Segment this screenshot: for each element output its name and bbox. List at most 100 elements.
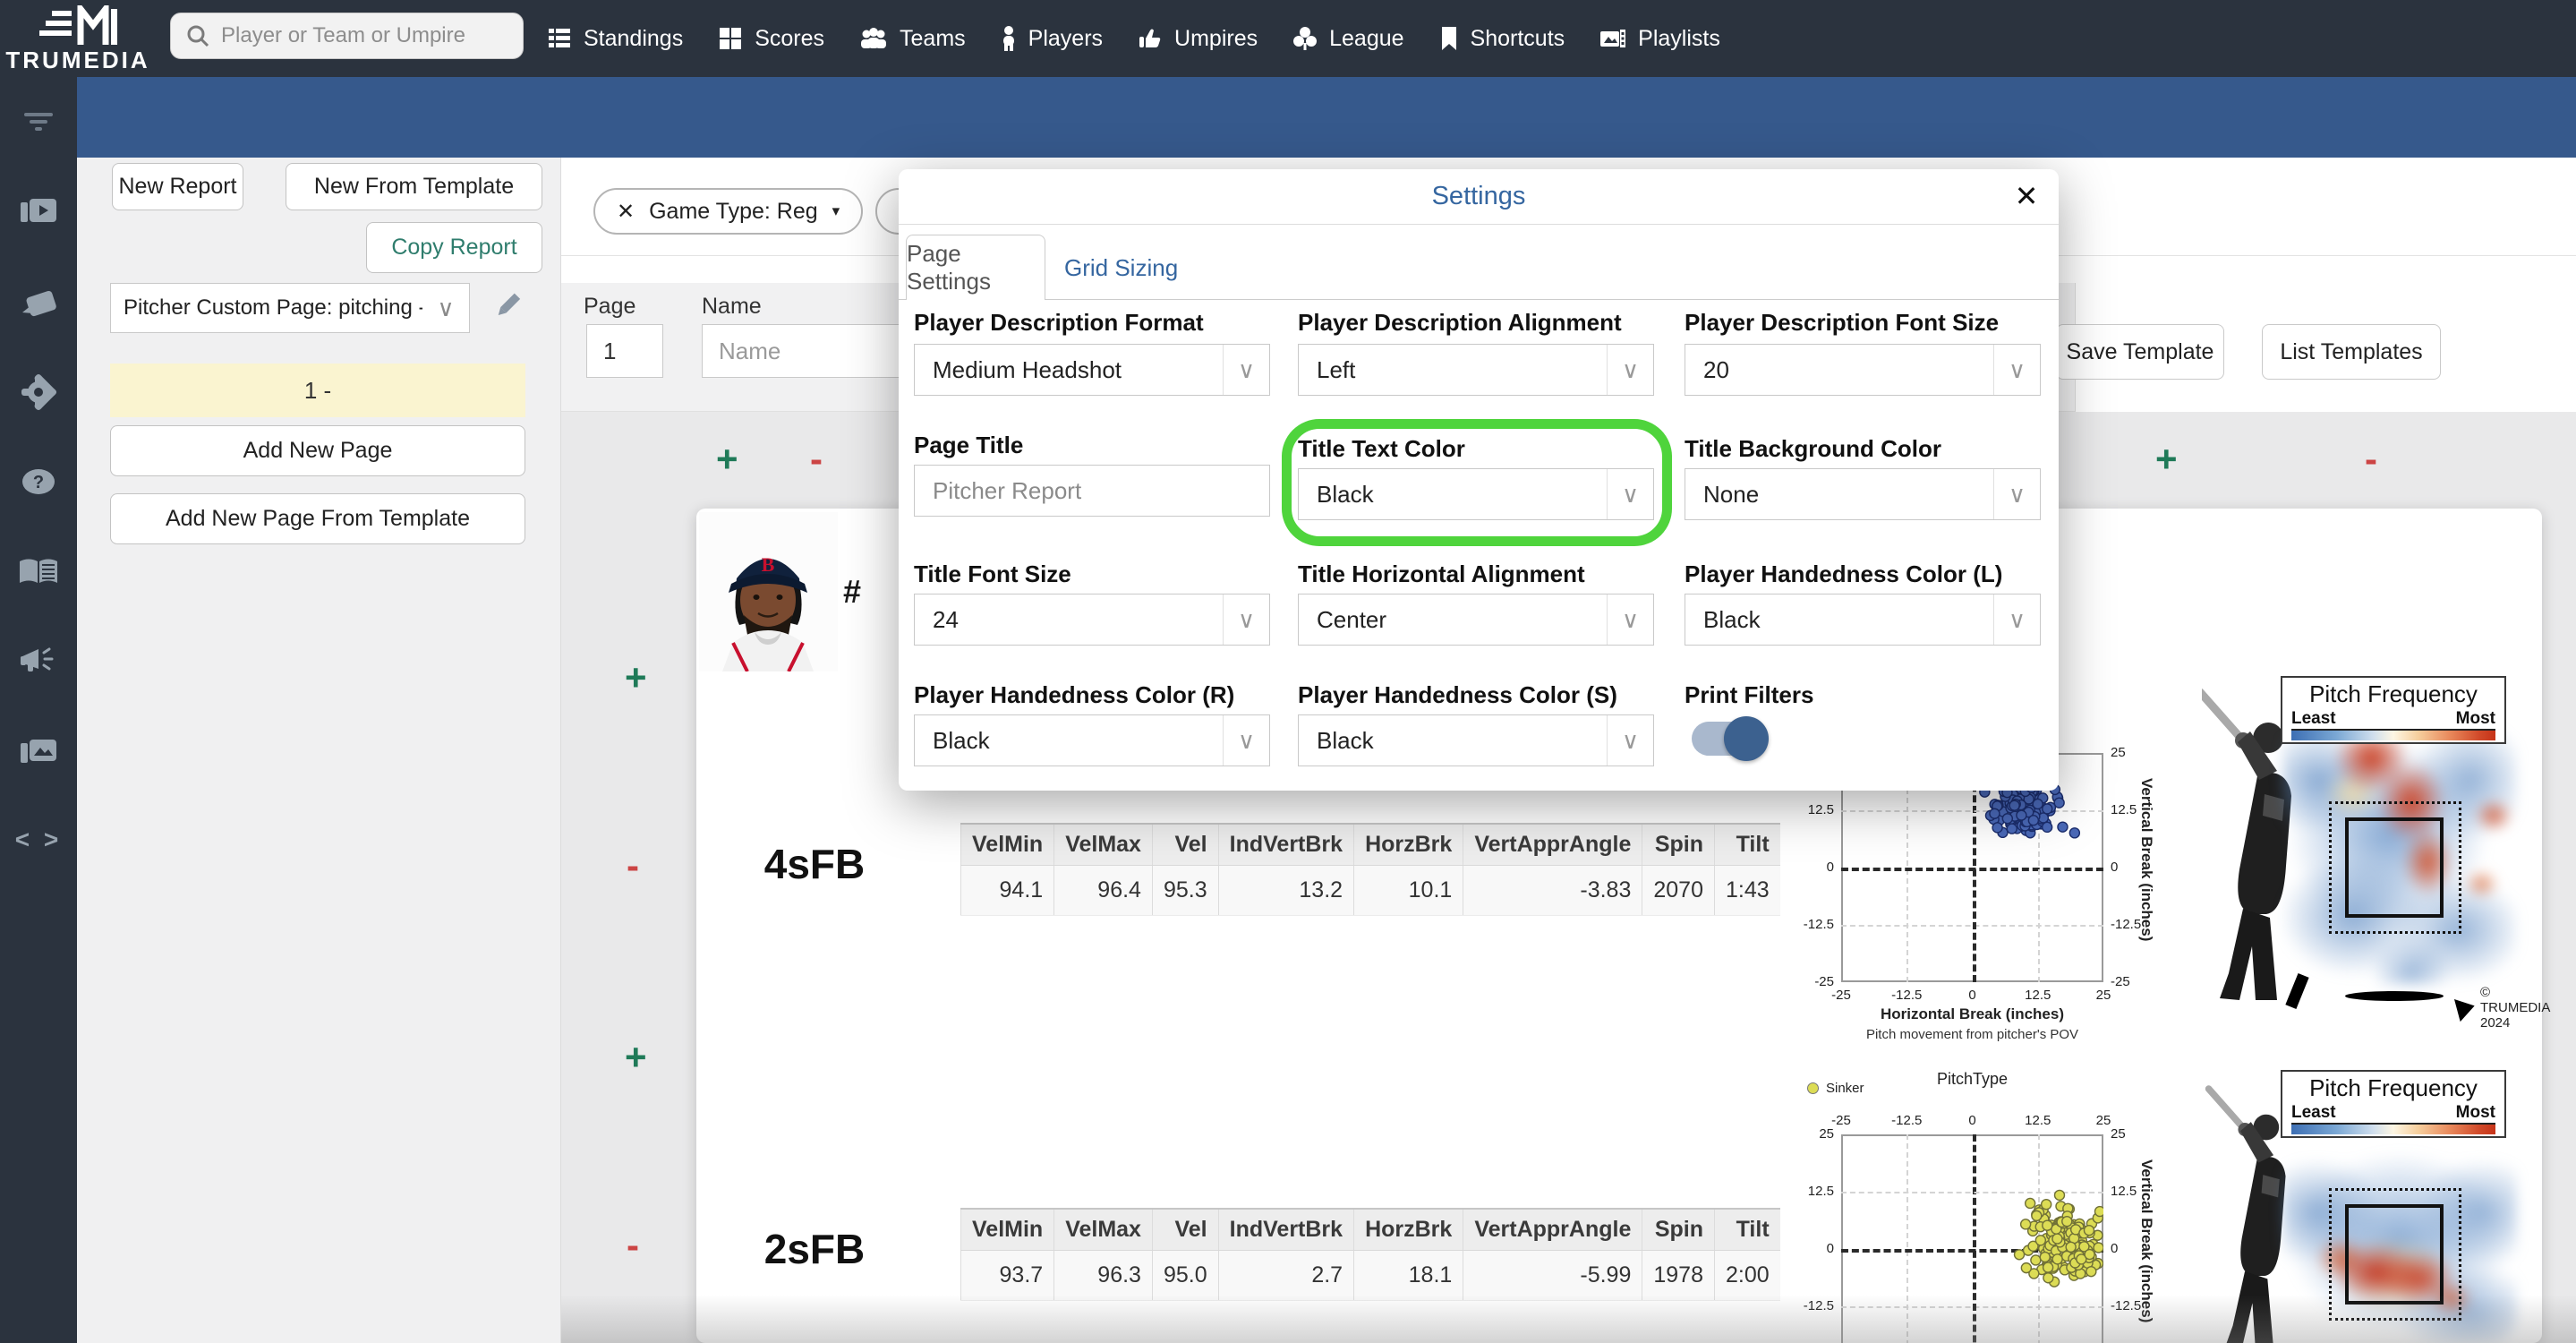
player-handedness-color-r-select[interactable]: Black ∨ <box>914 714 1270 766</box>
report-page-select[interactable]: Pitcher Custom Page: pitching -... ∨ <box>110 283 470 333</box>
home-plate <box>2345 991 2444 1001</box>
table-cell: 1:43 <box>1713 865 1780 916</box>
table-header-cell: Spin <box>1642 823 1715 866</box>
new-report-button[interactable]: New Report <box>112 163 243 210</box>
chip-remove-icon[interactable]: ✕ <box>617 199 635 225</box>
add-column-button[interactable]: + <box>2155 441 2178 478</box>
new-from-template-button[interactable]: New From Template <box>286 163 542 210</box>
remove-column-button[interactable]: - <box>810 441 823 478</box>
code-icon[interactable]: < > <box>0 813 77 867</box>
copy-report-button[interactable]: Copy Report <box>366 222 542 273</box>
table-cell: 18.1 <box>1353 1250 1463 1301</box>
chevron-down-icon: ∨ <box>1607 715 1653 766</box>
add-row-button[interactable]: + <box>625 1039 647 1076</box>
title-font-size-select[interactable]: 24 ∨ <box>914 594 1270 646</box>
svg-text:?: ? <box>33 473 44 492</box>
chevron-down-icon: ∨ <box>437 294 455 321</box>
title-horizontal-alignment-select[interactable]: Center ∨ <box>1298 594 1654 646</box>
title-text-color-select[interactable]: Black ∨ <box>1298 468 1654 520</box>
image-stack-icon[interactable] <box>0 723 77 777</box>
table-header-cell: VertApprAngle <box>1463 1208 1642 1251</box>
table-header-cell: Vel <box>1151 823 1219 866</box>
watermark-triangle <box>2453 994 2478 1022</box>
left-icon-sidebar: ? < > <box>0 77 77 1343</box>
nav-item-teams[interactable]: Teams <box>858 25 966 52</box>
help-icon[interactable]: ? <box>0 455 77 509</box>
remove-row-button[interactable]: - <box>627 1227 639 1264</box>
chevron-down-icon: ∨ <box>1607 345 1653 395</box>
search-icon <box>187 25 209 47</box>
remove-row-button[interactable]: - <box>627 847 639 885</box>
edit-pencil-icon[interactable] <box>490 288 525 322</box>
close-icon[interactable]: ✕ <box>2007 176 2046 216</box>
chevron-down-icon: ∨ <box>1993 469 2040 519</box>
table-cell: 13.2 <box>1217 865 1354 916</box>
tab-grid-sizing[interactable]: Grid Sizing <box>1064 254 1178 282</box>
field-label: Title Horizontal Alignment <box>1298 560 1585 587</box>
table-cell: 94.1 <box>960 865 1054 916</box>
add-row-button[interactable]: + <box>625 659 647 697</box>
heatmap-gradient-bar <box>2291 729 2495 740</box>
table-cell: 96.4 <box>1053 865 1153 916</box>
pitch-stats-table: VelMin VelMax Vel IndVertBrk HorzBrk VertAppr… <box>960 1208 1780 1301</box>
megaphone-icon[interactable] <box>0 634 77 688</box>
player-handedness-color-l-select[interactable]: Black ∨ <box>1685 594 2041 646</box>
title-background-color-select[interactable]: None ∨ <box>1685 468 2041 520</box>
field-label: Player Handedness Color (S) <box>1298 681 1617 708</box>
print-filters-toggle[interactable] <box>1692 716 1769 761</box>
scores-icon <box>720 28 742 49</box>
table-header-cell: Tilt <box>1713 823 1780 866</box>
video-playlist-icon[interactable] <box>0 184 77 238</box>
modal-title: Settings <box>1431 182 1526 210</box>
filter-chip-game-type[interactable]: ✕ Game Type: Reg ▾ <box>593 188 864 235</box>
gear-icon[interactable] <box>0 365 77 419</box>
nav-item-playlists[interactable]: Playlists <box>1599 25 1720 52</box>
page-list-item-1[interactable]: 1 - <box>110 364 525 417</box>
field-label: Print Filters <box>1685 681 1814 708</box>
whiteboard-icon[interactable] <box>0 276 77 329</box>
pitch-type-label-4sfb: 4sFB <box>763 841 866 887</box>
nav-item-standings[interactable]: Standings <box>546 25 683 52</box>
nav-item-scores[interactable]: Scores <box>717 25 824 52</box>
trumedia-logo-icon[interactable] <box>39 5 147 48</box>
pitch-frequency-heatmap-4sfb: Pitch Frequency Least Most © TRUMEDIA 20… <box>2202 676 2550 1031</box>
add-new-page-from-template-button[interactable]: Add New Page From Template <box>110 493 525 544</box>
nav-item-umpires[interactable]: Umpires <box>1137 25 1258 52</box>
chevron-down-icon: ∨ <box>1223 595 1269 645</box>
filter-icon[interactable] <box>0 95 77 149</box>
page-number-input[interactable]: 1 <box>586 324 663 378</box>
trumedia-watermark: © TRUMEDIA 2024 <box>2453 985 2550 1031</box>
player-description-font-size-select[interactable]: 20 ∨ <box>1685 344 2041 396</box>
chevron-down-icon: ∨ <box>1993 345 2040 395</box>
chevron-down-icon: ∨ <box>1223 715 1269 766</box>
add-column-button[interactable]: + <box>716 441 738 478</box>
settings-modal: Settings ✕ Page Settings Grid Sizing Pla… <box>899 169 2059 791</box>
nav-item-players[interactable]: Players <box>1000 25 1103 52</box>
tab-page-settings[interactable]: Page Settings <box>906 235 1045 300</box>
global-search-input[interactable]: Player or Team or Umpire <box>170 13 524 59</box>
table-cell: 95.3 <box>1151 865 1219 916</box>
bookmark-icon <box>1441 27 1456 50</box>
remove-column-button[interactable]: - <box>2365 441 2377 478</box>
table-header-cell: VelMin <box>960 823 1054 866</box>
list-templates-button[interactable]: List Templates <box>2262 324 2441 380</box>
player-headshot: B <box>699 512 838 672</box>
search-placeholder: Player or Team or Umpire <box>221 23 465 47</box>
report-toolbar-band <box>77 77 2576 158</box>
save-template-button[interactable]: Save Template <box>2056 324 2224 380</box>
player-handedness-color-s-select[interactable]: Black ∨ <box>1298 714 1654 766</box>
heatmap-least-label: Least <box>2291 1103 2336 1122</box>
nav-item-league[interactable]: League <box>1292 25 1404 52</box>
playbook-icon[interactable] <box>0 544 77 598</box>
player-description-alignment-select[interactable]: Left ∨ <box>1298 344 1654 396</box>
heatmap-legend: Pitch Frequency Least Most <box>2281 1070 2506 1138</box>
heatmap-most-label: Most <box>2455 1103 2495 1122</box>
add-new-page-button[interactable]: Add New Page <box>110 425 525 476</box>
field-label: Page Title <box>914 432 1024 458</box>
field-label: Player Description Font Size <box>1685 309 2000 336</box>
player-description-format-select[interactable]: Medium Headshot ∨ <box>914 344 1270 396</box>
page-title-input[interactable]: Pitcher Report <box>914 465 1270 517</box>
nav-item-shortcuts[interactable]: Shortcuts <box>1438 25 1565 52</box>
table-header-cell: HorzBrk <box>1353 823 1463 866</box>
table-cell: 2070 <box>1642 865 1715 916</box>
